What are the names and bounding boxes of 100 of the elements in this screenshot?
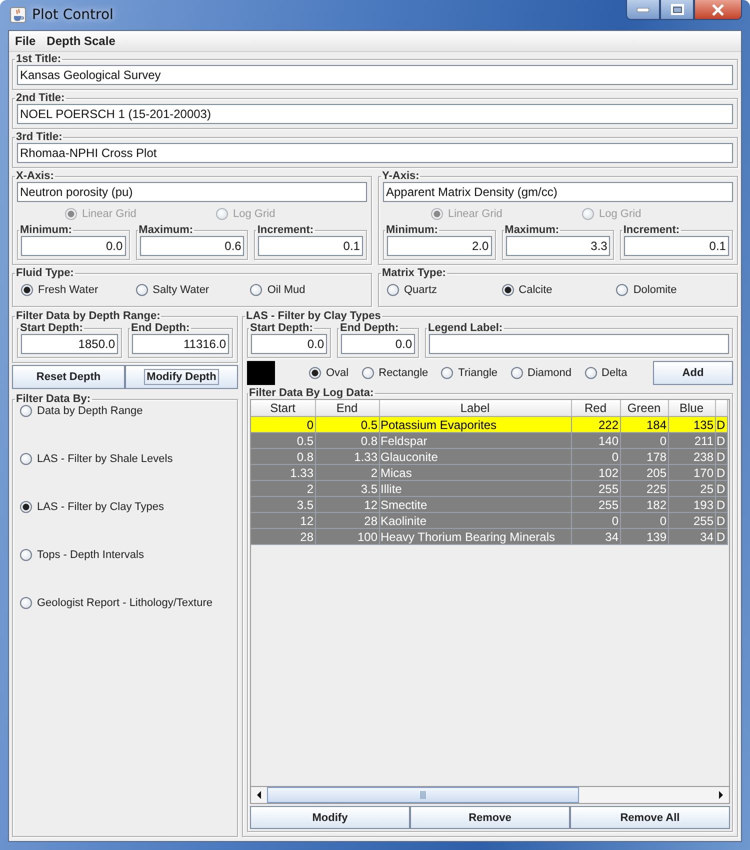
input-field[interactable]: NOEL POERSCH 1 (15-201-20003) [17,104,733,124]
table-action-button[interactable]: Modify [250,806,410,829]
radio-button[interactable] [616,284,628,296]
group-label: Legend Label: [427,322,504,334]
input-field[interactable]: 0.0 [341,334,415,354]
radio-button[interactable] [387,284,399,296]
radio-button[interactable] [20,405,32,417]
table-cell: 0.5 [315,416,379,432]
radio-label[interactable]: Dolomite [633,284,677,296]
horizontal-scrollbar[interactable] [250,787,730,804]
input-field[interactable]: 0.1 [624,236,729,256]
group-label: X-Axis: [15,170,55,182]
maximize-button[interactable] [660,0,694,20]
table-cell: 255 [668,512,715,528]
column-header[interactable]: Blue [668,400,715,416]
color-swatch[interactable] [247,361,275,385]
radio-label[interactable]: Calcite [518,284,552,296]
table-cell: 0 [251,416,315,432]
input-field[interactable]: 3.3 [506,236,610,256]
input-field[interactable]: 0.0 [251,334,327,354]
input-field[interactable]: Neutron porosity (pu) [17,182,367,202]
radio-button[interactable] [20,501,32,513]
table-cell: 238 [668,448,715,464]
radio-button[interactable] [584,367,597,379]
menu-item[interactable]: Depth Scale [46,34,116,48]
radio-button[interactable] [502,284,514,296]
column-header[interactable]: Start [251,400,315,416]
group-label: Filter Data By: [15,393,92,405]
group-label: 3rd Title: [15,131,64,143]
group-label: 2nd Title: [15,92,66,104]
radio-button[interactable] [250,284,262,296]
depth-button[interactable]: Reset Depth [12,365,125,389]
radio-label[interactable]: Diamond [528,367,572,379]
radio-label[interactable]: Data by Depth Range [37,405,143,417]
table-cell: Kaolinite [379,512,571,528]
table-cell: 100 [315,528,379,544]
radio-button[interactable] [20,597,32,609]
table-row[interactable]: 2 3.5 Illite 255 225 25 D [251,480,727,496]
radio-button[interactable] [441,367,454,379]
scroll-thumb[interactable] [267,787,580,803]
close-button[interactable] [694,0,742,20]
column-header[interactable]: Label [379,400,571,416]
radio-label[interactable]: Fresh Water [38,284,98,296]
table-row[interactable]: 12 28 Kaolinite 0 0 255 D [251,512,727,528]
input-field[interactable]: Kansas Geological Survey [17,65,733,85]
input-field[interactable]: 0.6 [140,236,244,256]
radio-label[interactable]: LAS - Filter by Clay Types [37,501,164,513]
add-button[interactable]: Add [653,361,733,385]
radio-button[interactable] [136,284,148,296]
radio-label[interactable]: Delta [602,367,628,379]
input-field[interactable] [429,334,729,354]
table-cell: 102 [571,464,620,480]
table-row[interactable]: 0.5 0.8 Feldspar 140 0 211 D [251,432,727,448]
radio-label[interactable]: Quartz [404,284,438,296]
radio-button[interactable] [309,367,321,379]
table-row[interactable]: 3.5 12 Smectite 255 182 193 D [251,496,727,512]
depth-button[interactable]: Modify Depth [125,365,238,389]
table-row[interactable]: 1.33 2 Micas 102 205 170 D [251,464,727,480]
minimize-button[interactable] [626,0,660,20]
input-field[interactable]: 2.0 [387,236,492,256]
table-cell: 135 [668,416,715,432]
radio-label[interactable]: Triangle [458,367,498,379]
radio-button[interactable] [20,453,32,465]
table-cell: 34 [668,528,715,544]
input-field[interactable]: Apparent Matrix Density (gm/cc) [383,182,733,202]
input-field[interactable]: 1850.0 [21,334,118,354]
menu-item[interactable]: File [15,34,36,48]
table-action-button[interactable]: Remove [410,806,570,829]
radio-button[interactable] [21,284,33,296]
table-action-button[interactable]: Remove All [570,806,730,829]
table-row[interactable]: 0.8 1.33 Glauconite 0 178 238 D [251,448,727,464]
radio-label[interactable]: Geologist Report - Lithology/Texture [37,597,212,609]
table-row[interactable]: 0 0.5 Potassium Evaporites 222 184 135 D [251,416,727,432]
radio-label[interactable]: Rectangle [378,367,428,379]
group-label: Maximum: [138,224,194,236]
radio-label[interactable]: Oval [326,367,349,379]
table-cell: 3.5 [251,496,315,512]
table-cell: 211 [668,432,715,448]
input-field[interactable]: Rhomaa-NPHI Cross Plot [17,143,733,163]
radio-label[interactable]: LAS - Filter by Shale Levels [37,453,173,465]
group-label: Matrix Type: [381,267,447,279]
input-field[interactable]: 0.0 [21,236,126,256]
input-field[interactable]: 11316.0 [132,334,229,354]
table-cell: 1.33 [315,448,379,464]
group-label: Maximum: [504,224,560,236]
column-header[interactable]: End [315,400,379,416]
radio-button[interactable] [20,549,32,561]
input-field[interactable]: 0.1 [258,236,363,256]
table-row[interactable]: 28 100 Heavy Thorium Bearing Minerals 34 139 34 D [251,528,727,544]
table-cell: Illite [379,480,571,496]
table-cell: 0.8 [251,448,315,464]
radio-label[interactable]: Tops - Depth Intervals [37,549,144,561]
radio-label[interactable]: Salty Water [152,284,210,296]
column-header[interactable]: Red [571,400,620,416]
column-header[interactable]: Green [620,400,668,416]
radio-label[interactable]: Oil Mud [267,284,306,296]
table-cell: 28 [251,528,315,544]
group-label: Start Depth: [19,322,84,334]
radio-button[interactable] [362,367,374,379]
radio-button[interactable] [510,367,523,379]
